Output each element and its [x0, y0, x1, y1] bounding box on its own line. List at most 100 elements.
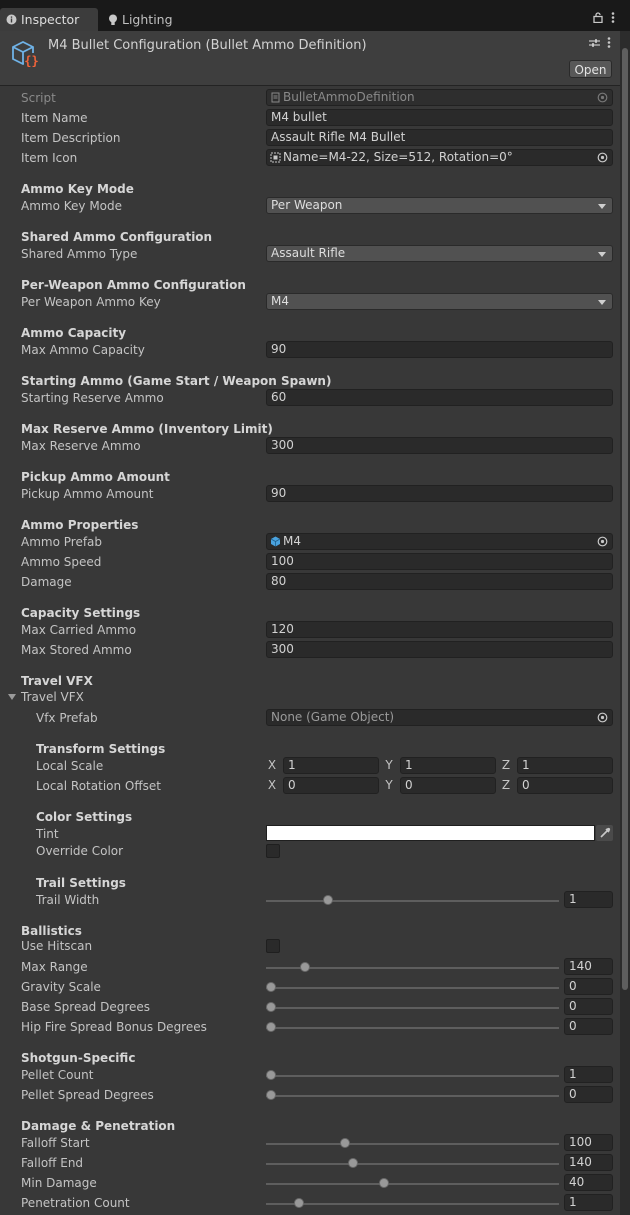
min-damage-slider-track[interactable]: [266, 1183, 559, 1185]
script-file-icon: [270, 92, 281, 103]
falloff-end-row: Falloff End 140: [0, 1153, 620, 1173]
local-scale-y-input[interactable]: 1: [400, 757, 496, 774]
falloff-end-slider-track[interactable]: [266, 1163, 559, 1165]
pellet-spread-degrees-row: Pellet Spread Degrees 0: [0, 1085, 620, 1105]
ammo-prefab-value: M4: [283, 534, 301, 548]
override-color-row: Override Color: [0, 841, 620, 861]
shared-ammo-type-dropdown[interactable]: Assault Rifle: [266, 245, 613, 262]
vfx-prefab-field[interactable]: None (Game Object): [266, 709, 613, 726]
local-scale-z-input[interactable]: 1: [517, 757, 613, 774]
ammo-prefab-field[interactable]: M4: [266, 533, 613, 550]
falloff-start-slider-track[interactable]: [266, 1143, 559, 1145]
hip-fire-spread-slider-thumb[interactable]: [266, 1022, 276, 1032]
override-color-checkbox[interactable]: [266, 844, 280, 858]
trail-width-input[interactable]: 1: [564, 891, 613, 908]
trail-width-slider-thumb[interactable]: [322, 895, 333, 905]
min-damage-input[interactable]: 40: [564, 1174, 613, 1191]
max-stored-ammo-input[interactable]: 300: [266, 641, 613, 658]
pellet-count-slider-track[interactable]: [266, 1075, 559, 1077]
item-icon-row: Item Icon Name=M4-22, Size=512, Rotation…: [0, 148, 620, 168]
item-icon-value: Name=M4-22, Size=512, Rotation=0°: [283, 150, 513, 164]
tab-lighting[interactable]: Lighting: [102, 8, 194, 31]
falloff-end-input[interactable]: 140: [564, 1154, 613, 1171]
penetration-count-slider-thumb[interactable]: [294, 1198, 305, 1208]
lightbulb-icon: [108, 14, 118, 26]
damage-input[interactable]: 80: [266, 573, 613, 590]
local-rotation-x-input[interactable]: 0: [283, 777, 379, 794]
max-reserve-ammo-input[interactable]: 300: [266, 437, 613, 454]
gravity-scale-slider-thumb[interactable]: [266, 982, 276, 992]
inspector-title: M4 Bullet Configuration (Bullet Ammo Def…: [48, 38, 367, 53]
tab-inspector[interactable]: Inspector: [0, 8, 98, 31]
item-icon-field[interactable]: Name=M4-22, Size=512, Rotation=0°: [266, 149, 613, 166]
falloff-start-label: Falloff Start: [21, 1136, 90, 1150]
pellet-spread-degrees-input[interactable]: 0: [564, 1086, 613, 1103]
max-carried-ammo-row: Max Carried Ammo 120: [0, 620, 620, 640]
local-rotation-y-input[interactable]: 0: [400, 777, 496, 794]
kebab-menu-icon[interactable]: [611, 12, 615, 26]
gravity-scale-slider-track[interactable]: [266, 987, 559, 989]
falloff-start-input[interactable]: 100: [564, 1134, 613, 1151]
shared-ammo-type-label: Shared Ammo Type: [21, 247, 138, 261]
penetration-count-row: Penetration Count 1: [0, 1193, 620, 1213]
falloff-end-slider-thumb[interactable]: [348, 1158, 359, 1168]
max-carried-ammo-input[interactable]: 120: [266, 621, 613, 638]
penetration-count-slider-track[interactable]: [266, 1203, 559, 1205]
penetration-count-input[interactable]: 1: [564, 1194, 613, 1211]
scriptable-object-icon: {}: [10, 39, 40, 72]
pellet-spread-degrees-slider-track[interactable]: [266, 1095, 559, 1097]
header-kebab-icon[interactable]: [607, 37, 611, 51]
lock-icon[interactable]: [593, 12, 603, 26]
item-description-input[interactable]: Assault Rifle M4 Bullet: [266, 129, 613, 146]
info-icon: [6, 14, 17, 25]
max-range-slider-thumb[interactable]: [299, 962, 310, 972]
item-name-input[interactable]: M4 bullet: [266, 109, 613, 126]
settings-sliders-icon[interactable]: [589, 37, 600, 51]
starting-reserve-ammo-input[interactable]: 60: [266, 389, 613, 406]
object-picker-icon[interactable]: [597, 536, 608, 547]
ammo-speed-input[interactable]: 100: [266, 553, 613, 570]
shared-ammo-type-row: Shared Ammo Type Assault Rifle: [0, 244, 620, 264]
ammo-key-mode-label: Ammo Key Mode: [21, 199, 123, 213]
tint-color-field[interactable]: [266, 825, 595, 841]
inspector-content: Script BulletAmmoDefinition Item Name M4…: [0, 86, 620, 1215]
base-spread-degrees-slider-track[interactable]: [266, 1007, 559, 1009]
local-scale-x-input[interactable]: 1: [283, 757, 379, 774]
hip-fire-spread-input[interactable]: 0: [564, 1018, 613, 1035]
trail-width-slider-track[interactable]: [266, 900, 559, 902]
open-button[interactable]: Open: [569, 60, 612, 78]
gravity-scale-input[interactable]: 0: [564, 978, 613, 995]
object-picker-icon[interactable]: [597, 712, 608, 723]
base-spread-degrees-row: Base Spread Degrees 0: [0, 997, 620, 1017]
axis-y-label: Y: [385, 778, 393, 792]
scrollbar-thumb[interactable]: [622, 48, 628, 990]
item-name-row: Item Name M4 bullet: [0, 108, 620, 128]
travel-vfx-foldout[interactable]: Travel VFX: [0, 687, 620, 707]
starting-reserve-ammo-label: Starting Reserve Ammo: [21, 391, 164, 405]
hip-fire-spread-row: Hip Fire Spread Bonus Degrees 0: [0, 1017, 620, 1037]
local-rotation-z-input[interactable]: 0: [517, 777, 613, 794]
max-range-input[interactable]: 140: [564, 958, 613, 975]
penetration-count-label: Penetration Count: [21, 1196, 130, 1210]
use-hitscan-label: Use Hitscan: [21, 939, 93, 953]
pickup-ammo-amount-input[interactable]: 90: [266, 485, 613, 502]
axis-x-label: X: [267, 758, 277, 772]
starting-reserve-ammo-row: Starting Reserve Ammo 60: [0, 388, 620, 408]
object-picker-icon[interactable]: [597, 152, 608, 163]
base-spread-degrees-input[interactable]: 0: [564, 998, 613, 1015]
per-weapon-ammo-key-dropdown[interactable]: M4: [266, 293, 613, 310]
local-rotation-offset-row: Local Rotation Offset X 0 Y 0 Z 0: [0, 776, 620, 796]
falloff-start-slider-thumb[interactable]: [339, 1138, 350, 1148]
pellet-count-slider-thumb[interactable]: [266, 1070, 276, 1080]
min-damage-slider-thumb[interactable]: [379, 1178, 390, 1188]
hip-fire-spread-slider-track[interactable]: [266, 1027, 559, 1029]
max-ammo-capacity-input[interactable]: 90: [266, 341, 613, 358]
ammo-key-mode-dropdown[interactable]: Per Weapon: [266, 197, 613, 214]
foldout-arrow-icon[interactable]: [8, 694, 16, 700]
max-range-label: Max Range: [21, 960, 88, 974]
pellet-spread-degrees-slider-thumb[interactable]: [266, 1090, 276, 1100]
pellet-count-input[interactable]: 1: [564, 1066, 613, 1083]
use-hitscan-checkbox[interactable]: [266, 939, 280, 953]
eyedropper-button[interactable]: [596, 825, 613, 841]
base-spread-degrees-slider-thumb[interactable]: [266, 1002, 276, 1012]
